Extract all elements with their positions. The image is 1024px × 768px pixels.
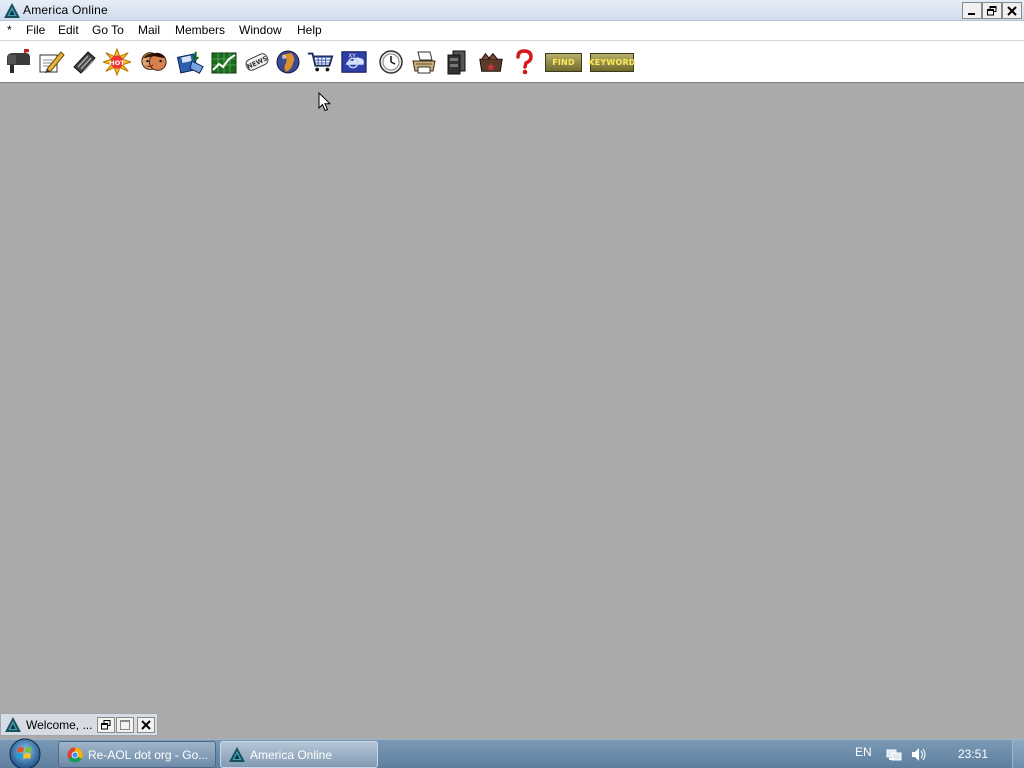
file-cabinet-icon[interactable] (70, 49, 98, 75)
minimize-icon (968, 12, 975, 15)
print-icon[interactable] (410, 49, 438, 75)
window-title: America Online (23, 3, 108, 17)
restore-button[interactable] (97, 717, 115, 733)
mailbox-icon[interactable] (4, 49, 32, 75)
weather-icon[interactable]: XY (340, 49, 368, 75)
menu-system[interactable]: * (7, 23, 12, 37)
keyword-button[interactable]: KEYWORD (588, 53, 635, 72)
menu-window[interactable]: Window (239, 23, 282, 37)
mouse-pointer-icon (318, 91, 332, 115)
find-button[interactable]: FIND (545, 53, 582, 72)
svg-text:HOT: HOT (109, 59, 125, 67)
whats-hot-icon[interactable]: HOT (103, 48, 131, 76)
close-icon (1007, 5, 1017, 16)
minimized-window-title: Welcome, ... (26, 718, 93, 732)
language-indicator[interactable]: EN (855, 745, 872, 759)
minimized-welcome-window[interactable]: Welcome, ... (0, 713, 158, 736)
menu-bar: * File Edit Go To Mail Members Window He… (0, 21, 1024, 40)
people-connection-icon[interactable] (140, 49, 168, 75)
volume-icon[interactable] (910, 747, 928, 765)
internet-globe-icon[interactable] (274, 49, 302, 75)
download-manager-icon[interactable] (177, 49, 205, 75)
help-icon[interactable] (510, 49, 538, 75)
start-button[interactable] (6, 737, 44, 768)
menu-edit[interactable]: Edit (58, 23, 79, 37)
taskbar-item-label: America Online (250, 748, 333, 762)
stocks-icon[interactable] (210, 49, 238, 75)
taskbar: Re-AOL dot org - Go... America Online EN… (0, 737, 1024, 768)
mdi-workspace[interactable] (0, 83, 1024, 739)
shopping-cart-icon[interactable] (306, 49, 334, 75)
toolbar: HOT NEWS XY FIND KEYWORD (0, 40, 1024, 83)
chrome-icon (67, 747, 83, 766)
close-button[interactable] (1002, 2, 1022, 19)
taskbar-item-label: Re-AOL dot org - Go... (88, 748, 209, 762)
clock-icon[interactable] (377, 49, 405, 75)
minimize-button[interactable] (962, 2, 982, 19)
favorite-places-icon[interactable] (477, 49, 505, 75)
maximize-button[interactable] (116, 717, 134, 733)
network-icon[interactable] (886, 747, 902, 765)
news-icon[interactable]: NEWS (243, 49, 271, 75)
menu-mail[interactable]: Mail (138, 23, 160, 37)
compose-mail-icon[interactable] (37, 49, 65, 75)
aol-triangle-icon (5, 717, 21, 735)
maximize-icon (120, 720, 130, 730)
restore-icon (987, 5, 997, 15)
menu-members[interactable]: Members (175, 23, 225, 37)
close-button[interactable] (137, 717, 155, 733)
title-bar[interactable]: America Online (0, 0, 1024, 21)
taskbar-item-aol[interactable]: America Online (220, 741, 378, 768)
close-icon (141, 720, 151, 730)
taskbar-item-chrome[interactable]: Re-AOL dot org - Go... (58, 741, 216, 768)
aol-triangle-icon (4, 3, 20, 18)
clock-time[interactable]: 23:51 (958, 747, 988, 761)
svg-text:XY: XY (348, 53, 356, 59)
windows-logo-icon (9, 738, 41, 768)
menu-go-to[interactable]: Go To (92, 23, 124, 37)
restore-icon (101, 720, 111, 730)
show-desktop-button[interactable] (1012, 740, 1024, 768)
menu-file[interactable]: File (26, 23, 45, 37)
menu-help[interactable]: Help (297, 23, 322, 37)
aol-triangle-icon (229, 747, 245, 765)
restore-button[interactable] (982, 2, 1002, 19)
my-files-icon[interactable] (443, 49, 471, 75)
